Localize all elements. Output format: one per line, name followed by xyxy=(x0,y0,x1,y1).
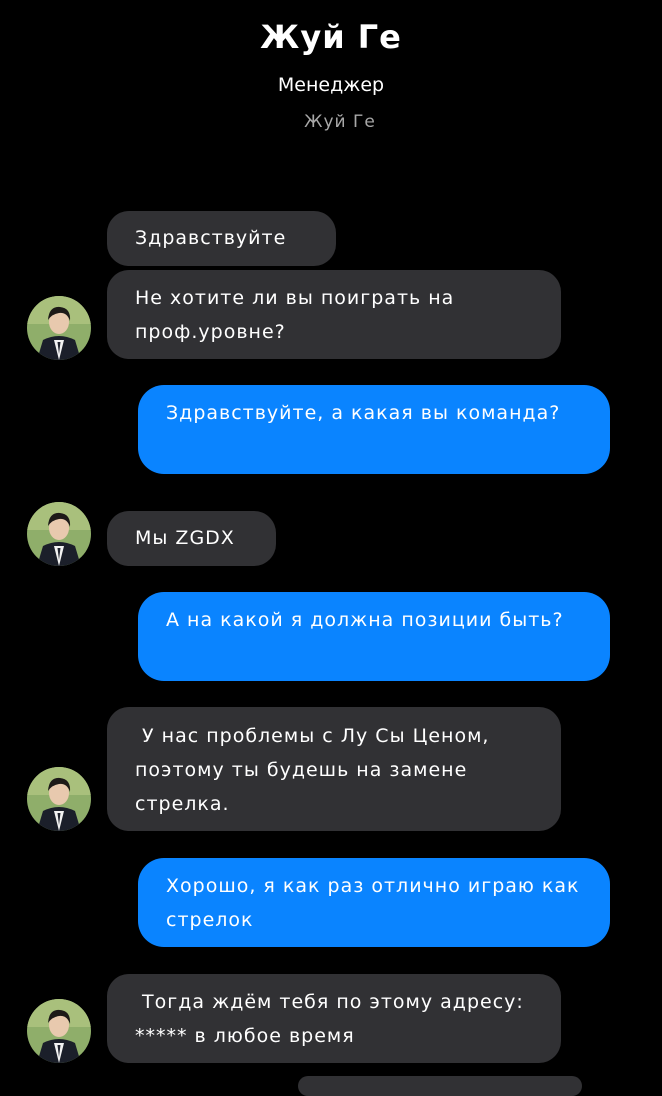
avatar-photo-icon xyxy=(27,502,91,566)
outgoing-message[interactable]: Здравствуйте, а какая вы команда? xyxy=(138,385,610,474)
incoming-message[interactable]: Здравствуйте xyxy=(107,211,336,266)
incoming-message[interactable]: Мы ZGDX xyxy=(107,511,276,566)
sender-avatar[interactable] xyxy=(27,999,91,1063)
sender-avatar[interactable] xyxy=(27,296,91,360)
contact-role: Менеджер xyxy=(277,74,385,96)
avatar-photo-icon xyxy=(27,999,91,1063)
contact-subname: Жуй Ге xyxy=(304,112,376,132)
sender-avatar[interactable] xyxy=(27,767,91,831)
incoming-message[interactable]: Тогда ждём тебя по этому адресу: ***** в… xyxy=(107,974,561,1063)
outgoing-message[interactable]: Хорошо, я как раз отлично играю как стре… xyxy=(138,858,610,947)
incoming-message[interactable]: У нас проблемы с Лу Сы Ценом, поэтому ты… xyxy=(107,707,561,831)
sender-avatar[interactable] xyxy=(27,502,91,566)
next-message-edge xyxy=(298,1076,582,1096)
contact-name[interactable]: Жуй Ге xyxy=(0,18,662,56)
avatar-photo-icon xyxy=(27,767,91,831)
avatar-photo-icon xyxy=(27,296,91,360)
outgoing-message[interactable]: А на какой я должна позиции быть? xyxy=(138,592,610,681)
incoming-message[interactable]: Не хотите ли вы поиграть на проф.уровне? xyxy=(107,270,561,359)
